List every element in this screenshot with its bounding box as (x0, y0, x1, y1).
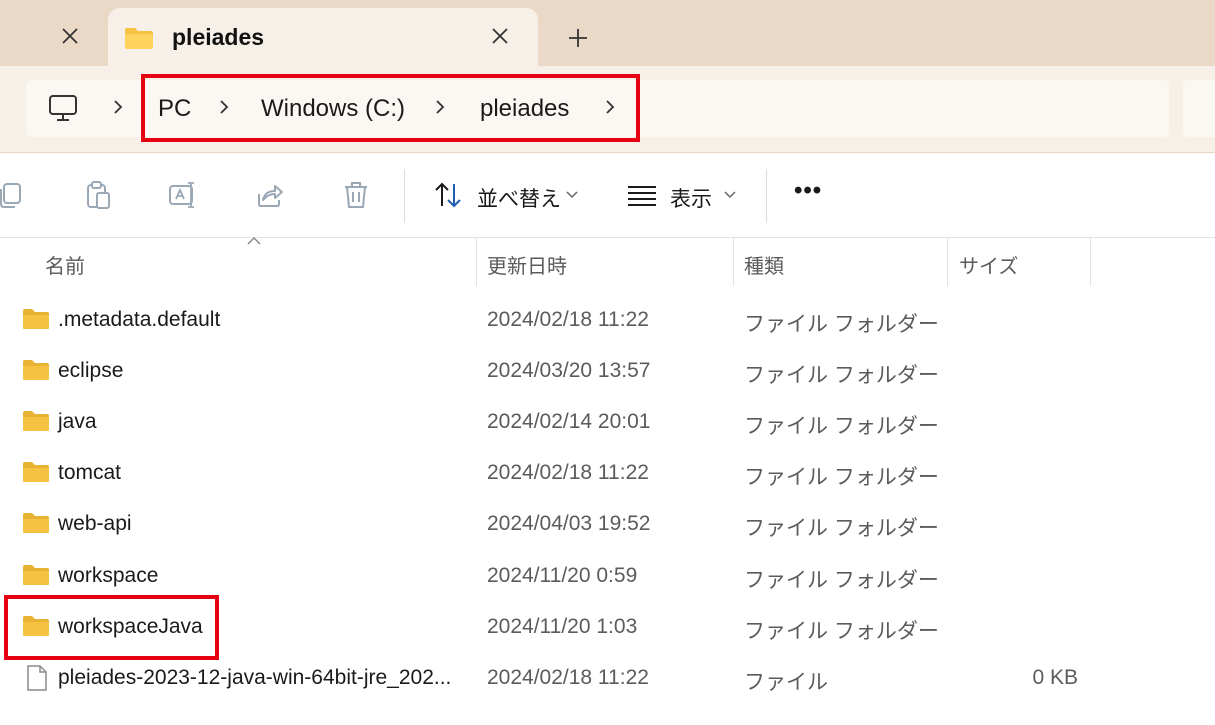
breadcrumb-highlight-box (141, 74, 640, 142)
close-icon (492, 28, 508, 44)
column-header-size[interactable]: サイズ (959, 250, 1018, 279)
file-type: ファイル フォルダー (744, 517, 939, 540)
column-divider[interactable] (947, 238, 948, 286)
folder-icon (23, 411, 49, 431)
sort-icon-wrap (432, 179, 464, 211)
file-name: tomcat (58, 461, 122, 484)
file-row[interactable]: java 2024/02/14 20:01 ファイル フォルダー (0, 398, 1215, 449)
computer-icon (49, 95, 77, 121)
file-name: eclipse (58, 359, 124, 382)
tab-title: pleiades (172, 24, 265, 50)
trash-icon (345, 182, 367, 208)
folder-icon (125, 28, 153, 49)
plus-icon (569, 29, 587, 47)
file-icon (27, 665, 47, 691)
column-divider[interactable] (1090, 238, 1091, 286)
file-date: 2024/02/18 11:22 (487, 461, 649, 484)
file-name: .metadata.default (58, 308, 221, 331)
chevron-down-icon (724, 191, 736, 199)
toolbar-divider (766, 169, 767, 223)
column-divider[interactable] (476, 238, 477, 286)
rename-button[interactable] (167, 179, 199, 211)
file-date: 2024/02/18 11:22 (487, 666, 649, 689)
more-options-button[interactable]: ••• (794, 177, 822, 205)
column-header-date[interactable]: 更新日時 (487, 250, 567, 279)
file-type: ファイル フォルダー (744, 569, 939, 592)
new-tab-button[interactable] (560, 20, 596, 56)
list-view-icon (628, 186, 656, 206)
file-type: ファイル フォルダー (744, 313, 939, 336)
share-button[interactable] (254, 179, 286, 211)
view-label: 表示 (670, 188, 712, 211)
sort-label: 並べ替え (477, 188, 561, 211)
file-date: 2024/11/20 0:59 (487, 564, 638, 587)
file-type: ファイル フォルダー (744, 364, 939, 387)
copy-button[interactable] (0, 179, 26, 211)
close-icon (62, 28, 78, 44)
toolbar-divider (404, 169, 405, 223)
workspacejava-highlight-box (4, 595, 219, 660)
file-row[interactable]: tomcat 2024/02/18 11:22 ファイル フォルダー (0, 449, 1215, 500)
file-row[interactable]: web-api 2024/04/03 19:52 ファイル フォルダー (0, 500, 1215, 551)
file-row[interactable]: eclipse 2024/03/20 13:57 ファイル フォルダー (0, 347, 1215, 398)
rename-icon (169, 182, 194, 208)
share-icon (258, 185, 283, 207)
chevron-right-icon (114, 100, 123, 114)
file-name: workspace (58, 564, 159, 587)
file-type: ファイル フォルダー (744, 466, 939, 489)
file-date: 2024/02/18 11:22 (487, 308, 649, 331)
file-type: ファイル フォルダー (744, 415, 939, 438)
file-date: 2024/11/20 1:03 (487, 615, 638, 638)
file-type: ファイル (744, 671, 828, 694)
view-button[interactable]: 表示 (620, 153, 746, 237)
sort-ascending-icon (247, 236, 261, 245)
folder-icon (23, 360, 49, 380)
file-name: pleiades-2023-12-java-win-64bit-jre_202.… (58, 666, 452, 689)
folder-icon (23, 309, 49, 329)
file-date: 2024/04/03 19:52 (487, 512, 651, 535)
search-box[interactable] (1183, 80, 1215, 137)
file-date: 2024/02/14 20:01 (487, 410, 651, 433)
folder-icon (23, 565, 49, 585)
file-date: 2024/03/20 13:57 (487, 359, 651, 382)
folder-icon (23, 462, 49, 482)
column-divider[interactable] (733, 238, 734, 286)
paste-button[interactable] (82, 179, 114, 211)
column-header-type[interactable]: 種類 (744, 250, 784, 279)
column-headers: 名前 更新日時 種類 サイズ (0, 236, 1215, 286)
clipboard-icon (87, 181, 110, 209)
chevron-down-icon (566, 191, 578, 199)
tab-pleiades[interactable]: pleiades (108, 8, 538, 66)
tab-strip: pleiades (0, 0, 1215, 66)
view-icon-wrap (626, 179, 658, 211)
delete-button[interactable] (340, 179, 372, 211)
command-bar: 並べ替え 表示 ••• (0, 153, 1215, 238)
copy-icon (0, 183, 21, 208)
file-row[interactable]: .metadata.default 2024/02/18 11:22 ファイル … (0, 296, 1215, 347)
file-row[interactable]: pleiades-2023-12-java-win-64bit-jre_202.… (0, 654, 1215, 705)
file-name: java (58, 410, 97, 433)
sort-icon (435, 182, 461, 208)
file-name: web-api (58, 512, 132, 535)
file-size: 0 KB (1032, 666, 1078, 689)
sort-button[interactable]: 並べ替え (428, 153, 584, 237)
previous-tab-close-button[interactable] (52, 18, 88, 54)
folder-icon (23, 513, 49, 533)
tab-close-button[interactable] (482, 18, 518, 54)
breadcrumb-separator[interactable] (110, 96, 126, 118)
file-type: ファイル フォルダー (744, 620, 939, 643)
column-header-name[interactable]: 名前 (45, 250, 85, 279)
